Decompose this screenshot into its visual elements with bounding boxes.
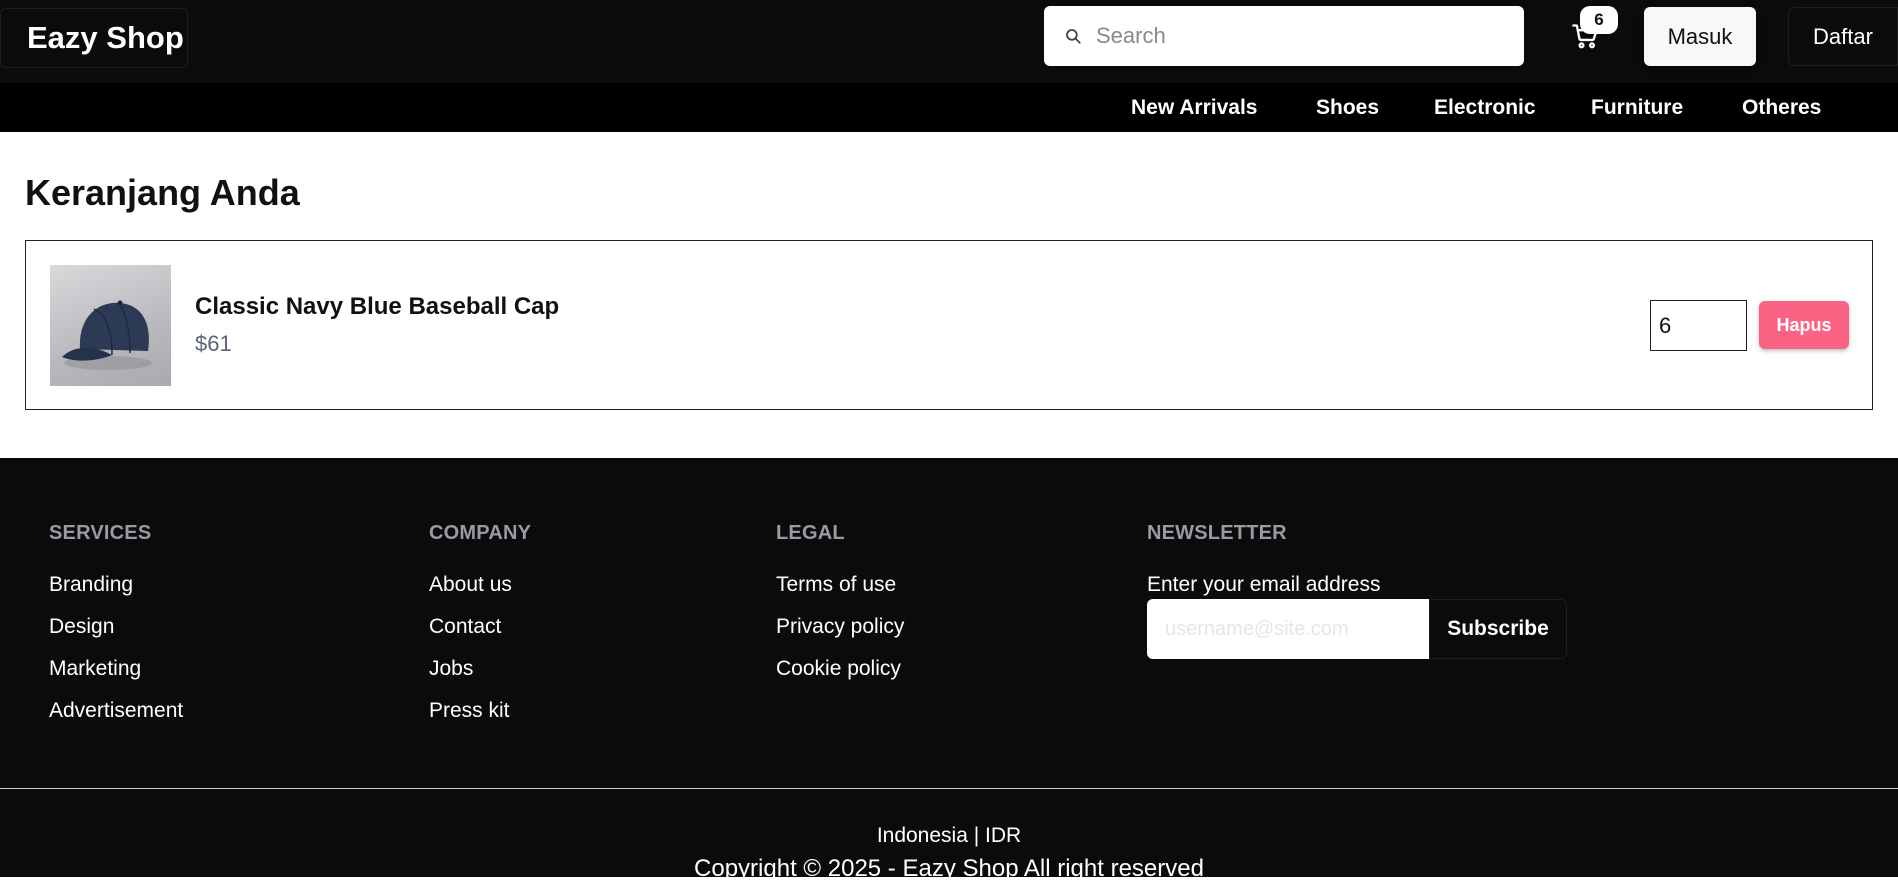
- footer-link-press-kit[interactable]: Press kit: [429, 699, 531, 723]
- footer-link-about[interactable]: About us: [429, 573, 531, 597]
- page-title: Keranjang Anda: [25, 172, 300, 213]
- newsletter-label: Enter your email address: [1147, 573, 1381, 596]
- nav-electronic[interactable]: Electronic: [1434, 96, 1536, 120]
- footer-newsletter: NEWSLETTER Enter your email address Subs…: [1147, 522, 1567, 659]
- cart-count-badge: 6: [1580, 6, 1618, 34]
- search-icon: [1066, 29, 1081, 44]
- product-image: [50, 265, 171, 386]
- login-button[interactable]: Masuk: [1644, 7, 1756, 66]
- footer-link-contact[interactable]: Contact: [429, 615, 531, 639]
- footer-link-advertisement[interactable]: Advertisement: [49, 699, 183, 723]
- nav-others[interactable]: Otheres: [1742, 96, 1821, 120]
- newsletter-form: Subscribe: [1147, 599, 1567, 659]
- nav-shoes[interactable]: Shoes: [1316, 96, 1379, 120]
- footer-company: COMPANY About us Contact Jobs Press kit: [429, 522, 531, 741]
- footer-heading: COMPANY: [429, 522, 532, 544]
- search-input[interactable]: [1096, 23, 1496, 49]
- footer-link-marketing[interactable]: Marketing: [49, 657, 183, 681]
- footer-legal: LEGAL Terms of use Privacy policy Cookie…: [776, 522, 904, 699]
- footer-divider: [0, 788, 1898, 789]
- footer-link-cookie[interactable]: Cookie policy: [776, 657, 904, 681]
- subscribe-button[interactable]: Subscribe: [1429, 599, 1567, 659]
- nav-new-arrivals[interactable]: New Arrivals: [1131, 96, 1257, 120]
- product-name: Classic Navy Blue Baseball Cap: [195, 293, 560, 320]
- footer-link-branding[interactable]: Branding: [49, 573, 183, 597]
- top-bar: Eazy Shop 6 Masuk Daftar: [0, 0, 1898, 83]
- category-nav: New Arrivals Shoes Electronic Furniture …: [0, 83, 1898, 132]
- footer: SERVICES Branding Design Marketing Adver…: [0, 458, 1898, 882]
- quantity-input[interactable]: [1650, 300, 1747, 351]
- footer-heading: NEWSLETTER: [1147, 522, 1287, 544]
- footer-link-privacy[interactable]: Privacy policy: [776, 615, 904, 639]
- nav-furniture[interactable]: Furniture: [1591, 96, 1683, 120]
- locale-text: Indonesia | IDR: [876, 824, 1022, 847]
- footer-heading: LEGAL: [776, 522, 845, 544]
- footer-heading: SERVICES: [49, 522, 152, 544]
- baseball-cap-image: [62, 300, 152, 370]
- register-button[interactable]: Daftar: [1788, 7, 1898, 66]
- copyright-text: Copyright © 2025 - Eazy Shop All right r…: [694, 855, 1204, 882]
- remove-item-button[interactable]: Hapus: [1759, 301, 1849, 349]
- footer-services: SERVICES Branding Design Marketing Adver…: [49, 522, 183, 741]
- newsletter-email-input[interactable]: [1147, 599, 1429, 659]
- footer-link-terms[interactable]: Terms of use: [776, 573, 904, 597]
- footer-link-jobs[interactable]: Jobs: [429, 657, 531, 681]
- cart-item: Classic Navy Blue Baseball Cap $61 Hapus: [25, 240, 1873, 410]
- footer-link-design[interactable]: Design: [49, 615, 183, 639]
- product-price: $61: [195, 331, 232, 356]
- brand-logo[interactable]: Eazy Shop: [0, 8, 188, 68]
- search-box[interactable]: [1044, 6, 1524, 66]
